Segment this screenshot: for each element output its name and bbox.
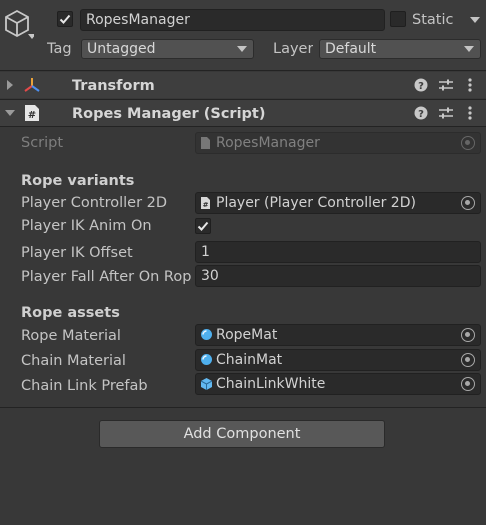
object-picker-icon[interactable] xyxy=(461,196,475,210)
chain-material-value: ChainMat xyxy=(216,352,283,368)
rope-assets-header: Rope assets xyxy=(21,305,120,321)
chevron-down-icon xyxy=(464,46,474,52)
checkmark-icon xyxy=(197,221,209,231)
tag-dropdown[interactable]: Untagged xyxy=(81,39,254,59)
tag-label: Tag xyxy=(47,41,72,57)
preset-sliders-icon[interactable] xyxy=(438,78,454,92)
static-checkbox[interactable] xyxy=(390,11,406,27)
svg-text:#: # xyxy=(28,110,36,121)
object-picker-icon xyxy=(461,136,475,150)
gameobject-cube-icon[interactable] xyxy=(4,8,34,40)
ik-offset-label: Player IK Offset xyxy=(21,245,133,261)
chevron-down-icon xyxy=(237,46,247,52)
add-component-label: Add Component xyxy=(183,426,301,442)
chain-link-prefab-field[interactable]: ChainLinkWhite xyxy=(195,373,481,395)
transform-axes-icon xyxy=(24,78,40,92)
script-label: Script xyxy=(21,135,64,151)
ik-offset-input[interactable]: 1 xyxy=(195,241,481,263)
prefab-cube-icon xyxy=(200,378,213,390)
checkmark-icon xyxy=(59,14,71,24)
object-picker-icon[interactable] xyxy=(461,377,475,391)
divider xyxy=(0,70,486,71)
expand-arrow-icon[interactable] xyxy=(5,79,15,91)
player-controller-label: Player Controller 2D xyxy=(21,195,168,211)
player-controller-value: Player (Player Controller 2D) xyxy=(216,195,416,211)
chain-material-label: Chain Material xyxy=(21,353,126,369)
layer-label: Layer xyxy=(273,41,314,57)
svg-text:#: # xyxy=(203,201,209,209)
fall-after-input[interactable]: 30 xyxy=(195,265,481,287)
rope-variants-header: Rope variants xyxy=(21,173,135,189)
ik-anim-label: Player IK Anim On xyxy=(21,218,152,234)
chain-material-field[interactable]: ChainMat xyxy=(195,349,481,371)
active-checkbox[interactable] xyxy=(57,11,73,27)
object-picker-icon[interactable] xyxy=(461,328,475,342)
divider xyxy=(0,407,486,408)
rope-material-value: RopeMat xyxy=(216,327,278,343)
csharp-script-icon: # xyxy=(25,105,39,121)
csharp-script-icon xyxy=(201,137,210,149)
static-dropdown-chevron-icon[interactable] xyxy=(470,17,480,23)
preset-sliders-icon[interactable] xyxy=(438,106,454,120)
collapse-arrow-icon[interactable] xyxy=(4,108,16,118)
object-name-text: RopesManager xyxy=(86,12,190,28)
transform-title: Transform xyxy=(72,78,155,94)
rope-material-label: Rope Material xyxy=(21,328,121,344)
svg-text:?: ? xyxy=(418,109,424,120)
chain-link-prefab-label: Chain Link Prefab xyxy=(21,378,148,394)
ik-anim-checkbox[interactable] xyxy=(195,218,211,234)
csharp-script-icon: # xyxy=(201,197,210,209)
chain-link-prefab-value: ChainLinkWhite xyxy=(216,376,326,392)
tag-value: Untagged xyxy=(87,41,156,57)
add-component-button[interactable]: Add Component xyxy=(99,420,385,448)
help-icon[interactable]: ? xyxy=(414,78,428,92)
object-picker-icon[interactable] xyxy=(461,353,475,367)
svg-text:?: ? xyxy=(418,81,424,92)
kebab-menu-icon[interactable] xyxy=(467,77,473,93)
object-name-input[interactable]: RopesManager xyxy=(80,9,385,31)
ropes-manager-title: Ropes Manager (Script) xyxy=(72,106,266,122)
material-sphere-icon xyxy=(201,354,212,365)
rope-material-field[interactable]: RopeMat xyxy=(195,324,481,346)
fall-after-label: Player Fall After On Rope xyxy=(21,269,191,285)
material-sphere-icon xyxy=(201,329,212,340)
help-icon[interactable]: ? xyxy=(414,106,428,120)
layer-value: Default xyxy=(325,41,377,57)
divider xyxy=(0,126,486,127)
fall-after-value: 30 xyxy=(201,268,219,284)
player-controller-field[interactable]: # Player (Player Controller 2D) xyxy=(195,192,481,214)
script-value: RopesManager xyxy=(216,135,320,151)
kebab-menu-icon[interactable] xyxy=(467,105,473,121)
script-field: RopesManager xyxy=(195,132,481,154)
static-label: Static xyxy=(412,12,454,28)
layer-dropdown[interactable]: Default xyxy=(319,39,481,59)
ik-offset-value: 1 xyxy=(201,244,210,260)
